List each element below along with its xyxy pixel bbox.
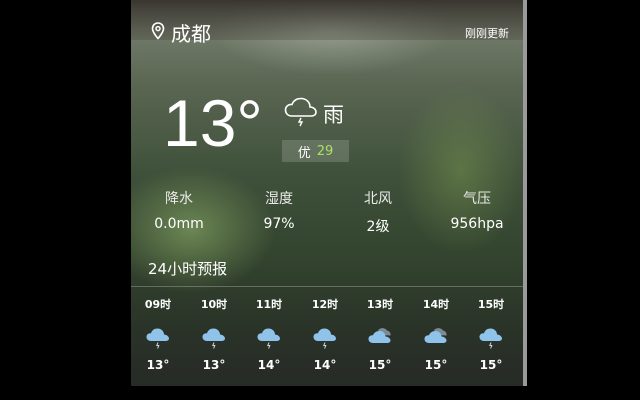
stat-label: 北风 (364, 191, 392, 207)
rain-cloud-icon (471, 324, 511, 350)
rain-cloud-icon (138, 324, 178, 350)
hour-temp: 14° (257, 358, 281, 372)
stat-humidity: 湿度 97% (239, 188, 319, 232)
hourly-item: 15时 15° (471, 296, 511, 372)
hour-time: 13时 (366, 298, 394, 311)
hour-temp: 15° (424, 358, 448, 372)
hourly-item: 13时 15° (360, 296, 400, 372)
hourly-item: 11时 14° (249, 296, 289, 372)
rain-cloud-icon (194, 324, 234, 350)
hour-temp: 13° (146, 358, 170, 372)
divider (131, 286, 527, 287)
hourly-item: 10时 13° (194, 296, 234, 372)
rain-cloud-icon (283, 96, 319, 132)
stat-value: 97% (263, 216, 295, 232)
current-temperature: 13° (163, 86, 263, 160)
stat-pressure: 气压 956hpa (437, 188, 517, 232)
stat-value: 956hpa (450, 216, 504, 232)
hourly-item: 09时 13° (138, 296, 178, 372)
hour-time: 09时 (144, 298, 172, 311)
aqi-badge[interactable]: 优 29 (282, 140, 349, 162)
aqi-label: 优 (297, 145, 311, 161)
hour-time: 15时 (477, 298, 505, 311)
weather-app: 成都 刚刚更新 13° 雨 优 29 降水 0.0mm 湿度 97% 北风 2级… (131, 0, 527, 386)
hour-time: 11时 (255, 298, 283, 311)
aqi-value: 29 (316, 143, 334, 159)
location-pin-icon (151, 21, 165, 44)
stat-label: 降水 (165, 191, 193, 207)
stat-label: 湿度 (265, 191, 293, 207)
condition-text: 雨 (323, 103, 344, 127)
hour-temp: 14° (313, 358, 337, 372)
stat-wind: 北风 2级 (338, 188, 418, 236)
hour-temp: 13° (202, 358, 226, 372)
city-name: 成都 (171, 22, 211, 46)
partly-cloudy-icon (416, 324, 456, 350)
stat-precipitation: 降水 0.0mm (139, 188, 219, 232)
rain-cloud-icon (249, 324, 289, 350)
stat-value: 0.0mm (154, 216, 204, 232)
update-status: 刚刚更新 (465, 27, 509, 40)
location[interactable]: 成都 (151, 18, 211, 47)
stat-label: 气压 (463, 191, 491, 207)
hour-time: 14时 (422, 298, 450, 311)
hour-time: 10时 (200, 298, 228, 311)
partly-cloudy-icon (360, 324, 400, 350)
current-condition: 雨 (283, 96, 344, 132)
hourly-item: 14时 15° (416, 296, 456, 372)
hourly-item: 12时 14° (305, 296, 345, 372)
rain-cloud-icon (305, 324, 345, 350)
forecast-title: 24小时预报 (148, 260, 228, 278)
hour-temp: 15° (368, 358, 392, 372)
hour-time: 12时 (311, 298, 339, 311)
stat-value: 2级 (366, 219, 390, 235)
hour-temp: 15° (479, 358, 503, 372)
